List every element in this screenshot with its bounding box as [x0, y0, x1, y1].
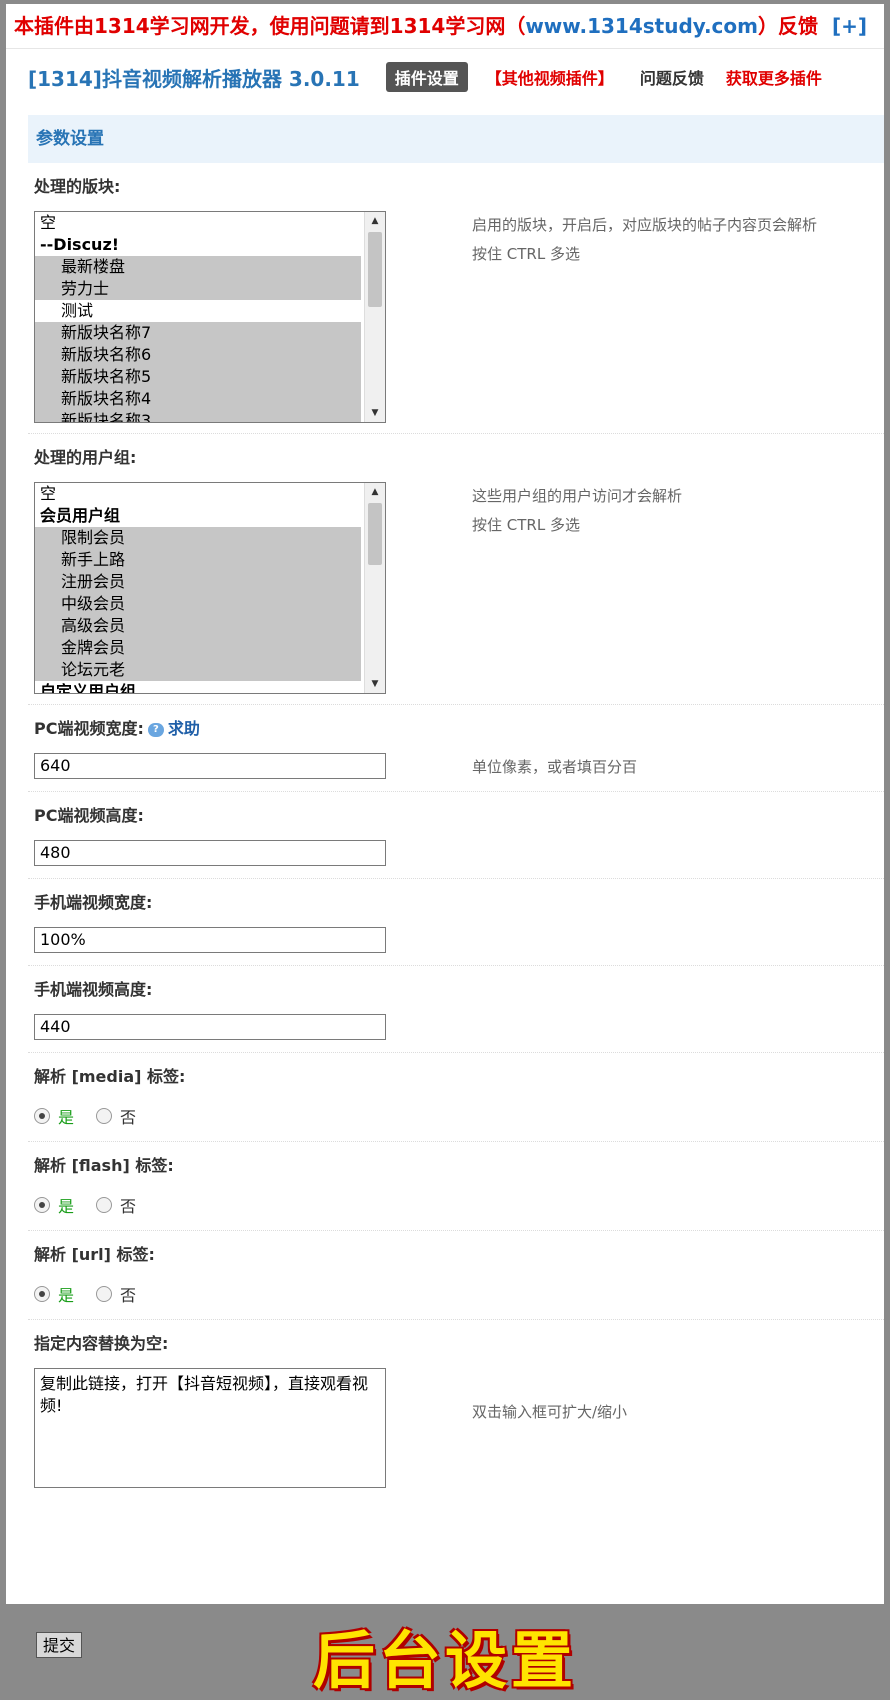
nav-plugin-settings[interactable]: 插件设置: [385, 62, 468, 92]
notice-text-after: ）反馈: [758, 14, 818, 38]
forum-option[interactable]: 最新楼盘: [35, 256, 361, 278]
parse-flash-radio-group: 是 否: [34, 1190, 884, 1220]
forum-option[interactable]: --Discuz!: [35, 234, 385, 256]
radio-label-no[interactable]: 否: [120, 1193, 136, 1217]
usergroup-option[interactable]: 自定义用户组: [35, 681, 385, 693]
parse-flash-no-radio[interactable]: [96, 1197, 113, 1213]
help-bubble-icon[interactable]: ?: [147, 722, 164, 737]
forums-multiselect[interactable]: 空 --Discuz! 最新楼盘 劳力士 测试 新版块名称7 新版块名称6 新版块名称5 新版块…: [34, 211, 386, 423]
notice-site-link[interactable]: www.1314study.com: [525, 14, 758, 38]
scroll-up-icon[interactable]: ▲: [365, 212, 385, 230]
mobile-width-label: 手机端视频宽度:: [34, 893, 153, 912]
radio-label-yes[interactable]: 是: [58, 1282, 74, 1306]
parse-url-yes-radio[interactable]: [34, 1286, 50, 1302]
forum-option[interactable]: 新版块名称5: [35, 366, 361, 388]
scroll-thumb[interactable]: [368, 503, 382, 565]
usergroups-label: 处理的用户组:: [34, 448, 137, 467]
help-link[interactable]: 求助: [168, 719, 200, 738]
pc-width-input[interactable]: [34, 753, 386, 779]
usergroup-option[interactable]: 论坛元老: [35, 659, 361, 681]
plugin-header: [1314]抖音视频解析播放器 3.0.11 插件设置 【其他视频插件】 问题反…: [6, 49, 884, 105]
forum-option[interactable]: 测试: [35, 300, 385, 322]
radio-label-yes[interactable]: 是: [58, 1193, 74, 1217]
scroll-up-icon[interactable]: ▲: [365, 483, 385, 501]
replace-empty-label: 指定内容替换为空:: [34, 1334, 169, 1353]
forums-label: 处理的版块:: [34, 177, 121, 196]
forum-option[interactable]: 新版块名称6: [35, 344, 361, 366]
usergroups-multiselect[interactable]: 空会员用户组 限制会员 新手上路 注册会员 中级会员 高级会员 金牌会员 论坛元老 自定义用户组…: [34, 482, 386, 694]
parse-media-label: 解析 [media] 标签:: [34, 1067, 186, 1086]
scroll-down-icon[interactable]: ▼: [365, 675, 385, 693]
usergroup-option[interactable]: 新手上路: [35, 549, 361, 571]
usergroup-option[interactable]: 注册会员: [35, 571, 361, 593]
replace-empty-description: 双击输入框可扩大/缩小: [472, 1403, 628, 1421]
notice-text: 本插件由1314学习网开发，使用问题请到1314学习网（: [14, 14, 526, 38]
admin-settings-banner: 后台设置: [312, 1624, 577, 1697]
pc-height-input[interactable]: [34, 840, 386, 866]
scroll-down-icon[interactable]: ▼: [365, 404, 385, 422]
parse-url-radio-group: 是 否: [34, 1279, 884, 1309]
nav-more-plugins[interactable]: 获取更多插件: [726, 65, 822, 89]
parse-flash-label: 解析 [flash] 标签:: [34, 1156, 174, 1175]
usergroup-option[interactable]: 空: [35, 483, 385, 505]
parse-media-no-radio[interactable]: [96, 1108, 113, 1124]
radio-label-yes[interactable]: 是: [58, 1104, 74, 1128]
forum-option[interactable]: 劳力士: [35, 278, 361, 300]
pc-width-description: 单位像素，或者填百分百: [472, 758, 638, 776]
pc-width-label: PC端视频宽度:? 求助: [34, 719, 200, 738]
usergroups-description: 这些用户组的用户访问才会解析 按住 CTRL 多选: [472, 487, 683, 534]
pc-height-label: PC端视频高度:: [34, 806, 144, 825]
plugin-title: [1314]抖音视频解析播放器 3.0.11: [28, 66, 360, 91]
forum-option[interactable]: 空: [35, 212, 385, 234]
forum-option[interactable]: 新版块名称3: [35, 410, 361, 422]
nav-feedback[interactable]: 问题反馈: [640, 65, 704, 89]
parse-url-label: 解析 [url] 标签:: [34, 1245, 155, 1264]
usergroup-option[interactable]: 会员用户组: [35, 505, 385, 527]
section-title: 参数设置: [28, 115, 884, 163]
forums-scrollbar[interactable]: ▲ ▼: [364, 212, 385, 422]
forum-option[interactable]: 新版块名称7: [35, 322, 361, 344]
scroll-thumb[interactable]: [368, 232, 382, 307]
usergroup-option[interactable]: 限制会员: [35, 527, 361, 549]
parse-media-yes-radio[interactable]: [34, 1108, 50, 1124]
replace-empty-textarea[interactable]: 复制此链接，打开【抖音短视频】，直接观看视频!: [34, 1368, 386, 1488]
developer-notice: 本插件由1314学习网开发，使用问题请到1314学习网（www.1314stud…: [6, 4, 884, 49]
mobile-width-input[interactable]: [34, 927, 386, 953]
usergroup-option[interactable]: 高级会员: [35, 615, 361, 637]
mobile-height-label: 手机端视频高度:: [34, 980, 153, 999]
usergroups-scrollbar[interactable]: ▲ ▼: [364, 483, 385, 693]
radio-label-no[interactable]: 否: [120, 1104, 136, 1128]
parse-url-no-radio[interactable]: [96, 1286, 113, 1302]
forum-option[interactable]: 新版块名称4: [35, 388, 361, 410]
nav-other-video-plugins[interactable]: 【其他视频插件】: [486, 65, 614, 89]
mobile-height-input[interactable]: [34, 1014, 386, 1040]
plugin-settings-page: 本插件由1314学习网开发，使用问题请到1314学习网（www.1314stud…: [6, 4, 884, 1604]
usergroup-option[interactable]: 中级会员: [35, 593, 361, 615]
usergroup-option[interactable]: 金牌会员: [35, 637, 361, 659]
parse-flash-yes-radio[interactable]: [34, 1197, 50, 1213]
parse-media-radio-group: 是 否: [34, 1101, 884, 1131]
radio-label-no[interactable]: 否: [120, 1282, 136, 1306]
notice-expand-button[interactable]: [+]: [832, 14, 867, 38]
forums-description: 启用的版块，开启后，对应版块的帖子内容页会解析 按住 CTRL 多选: [472, 216, 818, 263]
